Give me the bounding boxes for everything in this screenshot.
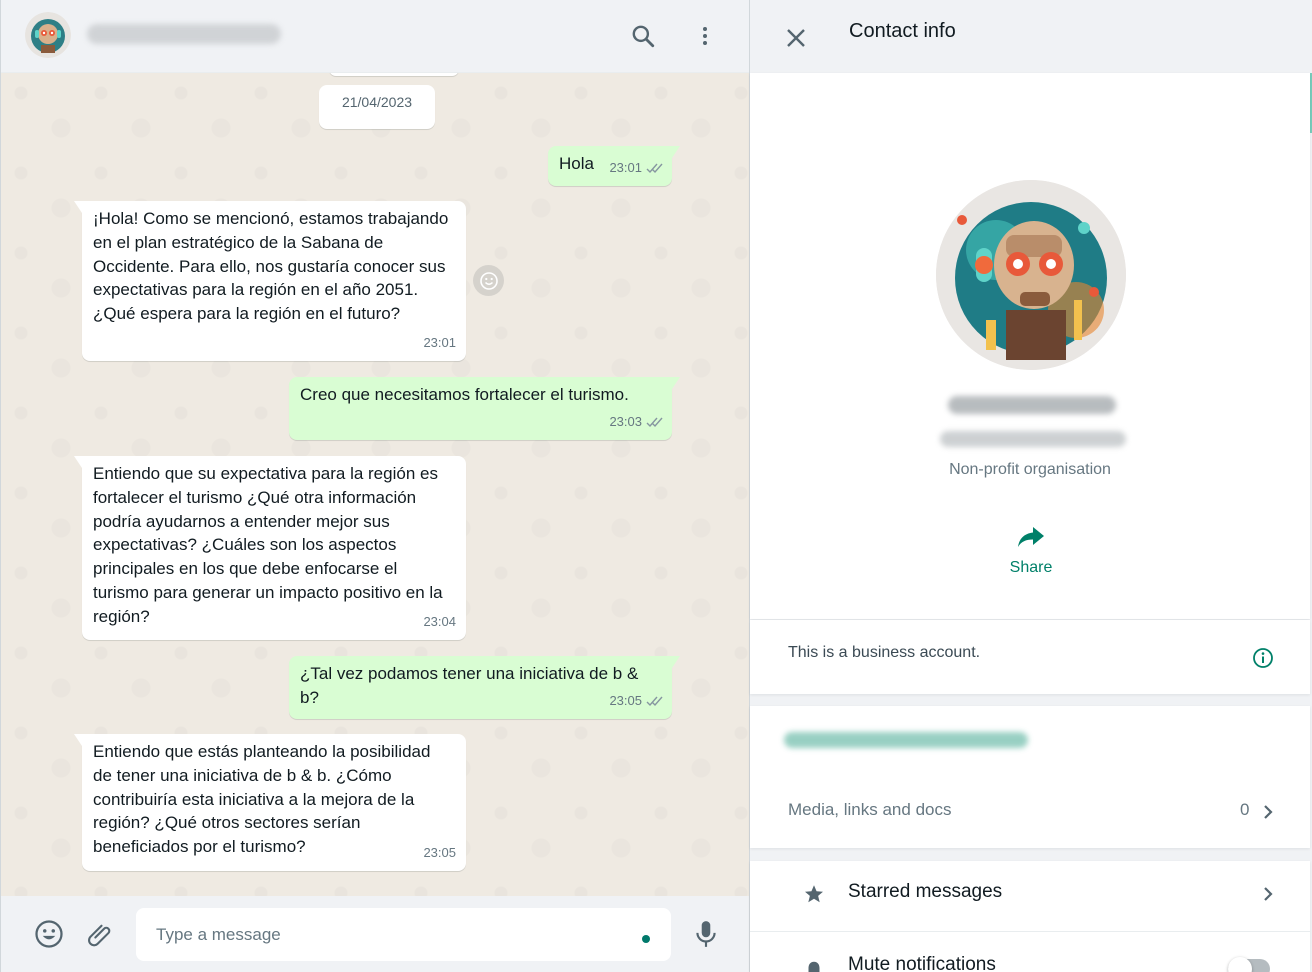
message-text: ¡Hola! Como se mencionó, estamos trabaja… [93,209,449,324]
whatsapp-web-app: 21/04/2023 Hola 23:01 ¡Hola! Como se men… [0,0,1312,972]
incoming-message[interactable]: Entiendo que estás planteando la posibil… [74,734,466,871]
message-time: 23:05 [423,845,456,861]
starred-messages-row[interactable]: Starred messages [750,861,1310,932]
message-text: Hola [559,154,594,173]
message-text: Entiendo que estás planteando la posibil… [93,742,431,857]
media-links-docs-row[interactable]: Media, links and docs 0 [750,778,1310,842]
message-time: 23:01 [609,160,642,176]
bubble-tail [74,456,82,468]
chat-actions-card: Starred messages Mute notifications [750,861,1310,972]
business-account-notice[interactable]: This is a business account. [750,620,1310,694]
message-text: Entiendo que su expectativa para la regi… [93,464,443,626]
message-composer [1,896,749,972]
message-time: 23:04 [423,614,456,630]
message-meta: 23:05 [609,689,664,713]
chevron-right-icon [1264,887,1273,901]
date-divider: 21/04/2023 [319,85,435,129]
business-notice-text: This is a business account. [788,644,981,661]
bubble-tail [74,201,82,213]
chevron-right-icon [1264,805,1273,819]
double-check-icon [646,696,663,706]
mute-notifications-toggle[interactable] [1228,957,1270,972]
share-icon [1018,527,1044,547]
contact-avatar[interactable] [25,12,71,58]
double-check-icon [646,417,663,427]
emoji-react-icon[interactable] [473,265,504,296]
outgoing-message[interactable]: ¿Tal vez podamos tener una iniciativa de… [289,656,680,719]
previous-message-fragment [329,73,459,76]
mute-notifications-label: Mute notifications [848,954,996,972]
attach-icon[interactable] [84,918,116,950]
share-label: Share [1009,559,1053,576]
business-category: Non-profit organisation [949,461,1111,478]
status-dot [642,935,650,943]
website-link-redacted[interactable] [784,732,1028,748]
profile-photo[interactable] [936,180,1126,370]
close-icon[interactable] [780,22,812,54]
share-button[interactable]: Share [976,525,1086,595]
chat-header [1,0,749,73]
emoji-icon[interactable] [33,918,65,950]
message-time: 23:01 [423,335,456,351]
contact-name-redacted [948,396,1116,414]
contact-phone-redacted [940,431,1126,447]
message-text: ¿Tal vez podamos tener una iniciativa de… [300,664,639,707]
starred-messages-label: Starred messages [848,881,1003,902]
star-icon [805,885,823,903]
message-input[interactable] [136,908,671,961]
mic-icon[interactable] [690,918,722,950]
menu-icon[interactable] [689,20,721,52]
bell-icon [808,961,820,972]
bubble-tail [672,146,680,158]
message-list[interactable]: 21/04/2023 Hola 23:01 ¡Hola! Como se men… [1,73,749,896]
chat-pane: 21/04/2023 Hola 23:01 ¡Hola! Como se men… [0,0,750,972]
bubble-tail [74,734,82,746]
incoming-message[interactable]: Entiendo que su expectativa para la regi… [74,456,466,640]
message-time: 23:03 [609,414,642,430]
media-count: 0 [1240,800,1250,819]
links-and-media-card: Media, links and docs 0 [750,706,1310,848]
panel-title: Contact info [849,20,956,42]
info-icon[interactable] [1252,647,1274,669]
message-meta: 23:03 [609,410,664,434]
profile-card: Non-profit organisation Share [750,73,1310,619]
bubble-tail [672,656,680,668]
contact-info-header: Contact info [750,0,1312,73]
outgoing-message[interactable]: Hola 23:01 [548,146,680,186]
message-time: 23:05 [609,693,642,709]
message-text: Creo que necesitamos fortalecer el turis… [300,385,629,404]
message-meta: 23:01 [609,156,664,180]
search-icon[interactable] [627,20,659,52]
contact-info-panel: Contact info Non-profit organisation Sha… [750,0,1312,972]
media-links-docs-label: Media, links and docs [788,800,952,819]
bubble-tail [672,377,680,389]
double-check-icon [646,163,663,173]
incoming-message[interactable]: ¡Hola! Como se mencionó, estamos trabaja… [74,201,466,361]
outgoing-message[interactable]: Creo que necesitamos fortalecer el turis… [289,377,680,440]
mute-notifications-row[interactable]: Mute notifications [750,932,1310,972]
contact-name-redacted[interactable] [87,24,281,44]
